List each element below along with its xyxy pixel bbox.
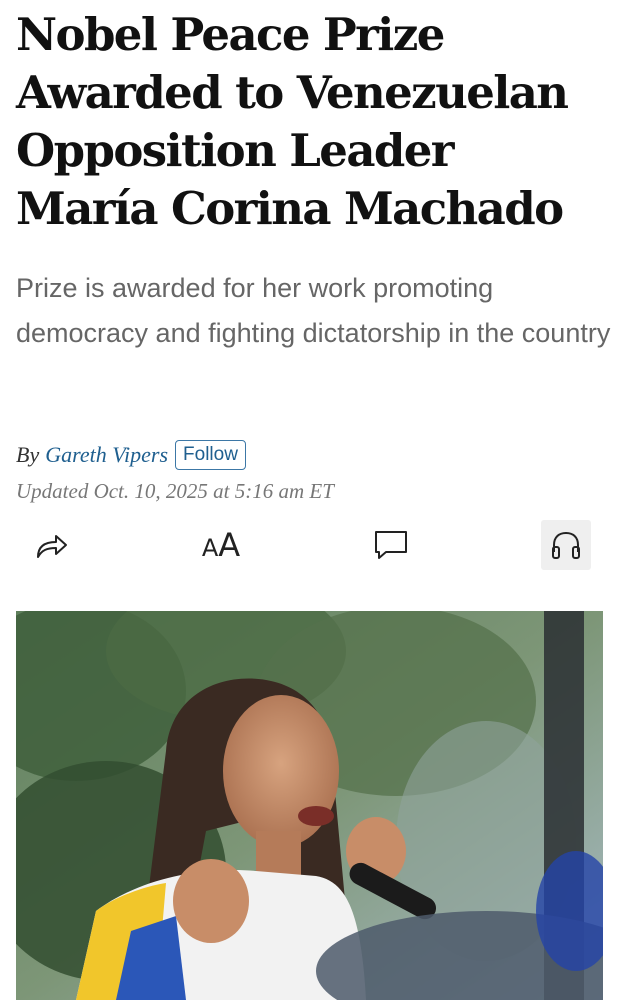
byline: By Gareth Vipers Follow [16, 438, 246, 472]
article-lead-photo [16, 611, 603, 1000]
text-size-icon: AA [201, 526, 241, 564]
text-size-button[interactable]: AA [196, 520, 246, 570]
headline-line: Awarded to Venezuelan [16, 66, 569, 119]
share-icon [37, 535, 67, 558]
article-toolbar: AA [0, 520, 619, 574]
headline-line: Nobel Peace Prize [16, 8, 445, 61]
comments-button[interactable] [366, 520, 416, 570]
share-button[interactable] [27, 520, 77, 570]
article: Nobel Peace Prize Awarded to Venezuelan … [0, 0, 619, 1000]
comment-icon [375, 531, 407, 559]
author-link[interactable]: Gareth Vipers [45, 442, 168, 468]
headline: Nobel Peace Prize Awarded to Venezuelan … [16, 6, 611, 238]
headline-line: Opposition Leader [16, 124, 454, 177]
headphones-icon [552, 531, 580, 559]
article-dek: Prize is awarded for her work promoting … [16, 273, 611, 348]
headline-line: María Corina Machado [16, 182, 564, 235]
follow-button[interactable]: Follow [175, 440, 246, 470]
byline-prefix: By [16, 442, 40, 467]
timestamp: Updated Oct. 10, 2025 at 5:16 am ET [16, 479, 334, 503]
listen-button[interactable] [541, 520, 591, 570]
